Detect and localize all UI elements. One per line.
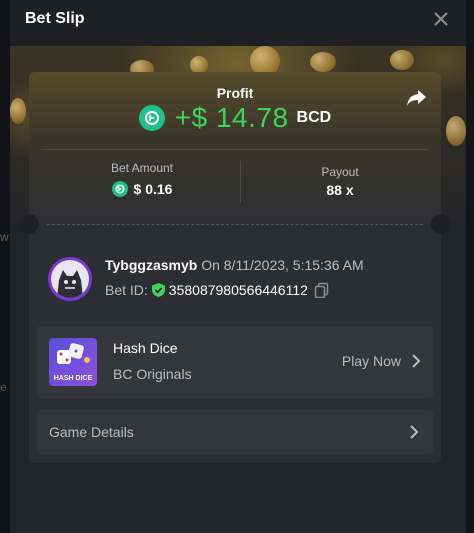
bet-id-line: Bet ID: 358087980566446112 (105, 282, 330, 298)
background-left-strip: w e (0, 0, 10, 533)
play-now-label: Play Now (341, 353, 401, 369)
bet-amount-text: $ 0.16 (133, 181, 173, 197)
modal-title: Bet Slip (25, 10, 85, 27)
modal-header: Bet Slip (10, 0, 466, 46)
decorative-coin (390, 50, 414, 70)
game-info-row: HASH DICE Hash Dice BC Originals Play No… (37, 326, 433, 398)
profit-amount: +$ 14.78 (174, 102, 289, 133)
bet-card: Profit +$ 14.78 BCD Bet Amount $ 0.16 Pa… (19, 72, 451, 463)
profit-label: Profit (216, 85, 254, 101)
payout-label: Payout (321, 165, 359, 179)
divider (41, 149, 429, 150)
payout-value: 88 x (326, 182, 354, 198)
background-right-strip (466, 0, 474, 533)
bet-username-line: Tybggzasmyb On 8/11/2023, 5:15:36 AM (105, 257, 364, 273)
username[interactable]: Tybggzasmyb (105, 257, 197, 273)
divider (240, 161, 241, 203)
chevron-right-icon (412, 354, 421, 368)
profit-currency: BCD (296, 109, 332, 126)
copy-icon[interactable] (314, 282, 330, 298)
game-name: Hash Dice (113, 340, 178, 356)
profit-row: +$ 14.78 BCD (29, 102, 441, 134)
chevron-right-icon (410, 425, 419, 439)
close-icon[interactable] (430, 8, 452, 30)
avatar[interactable] (48, 257, 92, 301)
bet-slip-modal: Bet Slip Profit +$ 14.78 BCD Bet Amount … (10, 0, 466, 533)
game-details-label: Game Details (49, 424, 134, 440)
decorative-coin (310, 52, 336, 72)
bet-id-label: Bet ID: (105, 282, 148, 298)
ticket-divider (47, 224, 423, 225)
profit-section: Profit +$ 14.78 BCD Bet Amount $ 0.16 Pa… (29, 72, 441, 224)
background-text-fragment: w (0, 230, 9, 244)
decorative-coin (446, 116, 466, 146)
bcd-coin-icon (138, 105, 165, 131)
game-provider: BC Originals (113, 366, 192, 382)
bcd-coin-icon (111, 181, 128, 197)
decorative-coin (10, 98, 26, 124)
ticket-notch-left (19, 214, 39, 234)
game-thumbnail[interactable]: HASH DICE (49, 338, 97, 386)
background-text-fragment: e (0, 380, 7, 394)
verified-shield-icon (151, 283, 165, 297)
game-details-button[interactable]: Game Details (37, 410, 433, 454)
bet-id-value: 358087980566446112 (168, 282, 308, 298)
bet-amount-label: Bet Amount (110, 161, 174, 175)
ticket-notch-right (431, 214, 451, 234)
share-icon[interactable] (405, 88, 427, 108)
avatar-image (51, 260, 89, 298)
bet-amount-value: $ 0.16 (69, 181, 215, 197)
bet-timestamp: On 8/11/2023, 5:15:36 AM (201, 257, 364, 273)
play-now-button[interactable]: Play Now (342, 353, 421, 369)
bet-user-info: Tybggzasmyb On 8/11/2023, 5:15:36 AM Bet… (48, 257, 428, 307)
game-thumbnail-label: HASH DICE (54, 375, 93, 382)
